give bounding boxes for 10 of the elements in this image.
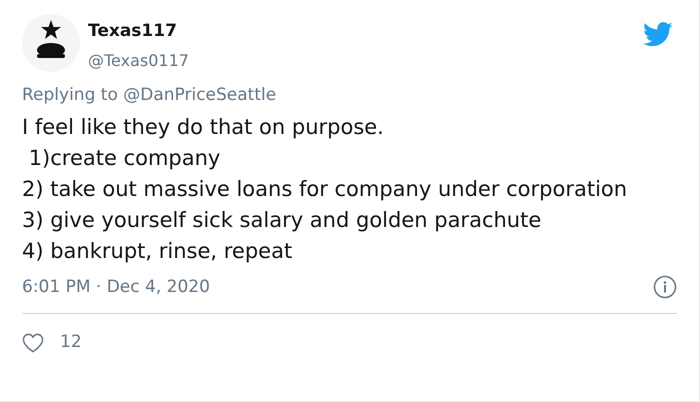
heart-icon[interactable] xyxy=(22,332,44,353)
reply-context: Replying to @DanPriceSeattle xyxy=(22,84,278,106)
info-icon[interactable] xyxy=(653,275,677,299)
author-handle[interactable]: @Texas0117 xyxy=(88,51,189,71)
author-name[interactable]: Texas117 xyxy=(88,21,189,41)
bird-icon[interactable] xyxy=(643,22,673,47)
like-count: 12 xyxy=(60,331,82,354)
avatar-image xyxy=(22,14,80,72)
timestamp[interactable]: 6:01 PM · Dec 4, 2020 xyxy=(22,276,210,298)
tweet-text: I feel like they do that on purpose. 1)create company 2) take out massive loans for company under corporation 3) give yourself sick salary and golden parachute 4) bankrupt, rinse, repeat xyxy=(22,114,628,265)
